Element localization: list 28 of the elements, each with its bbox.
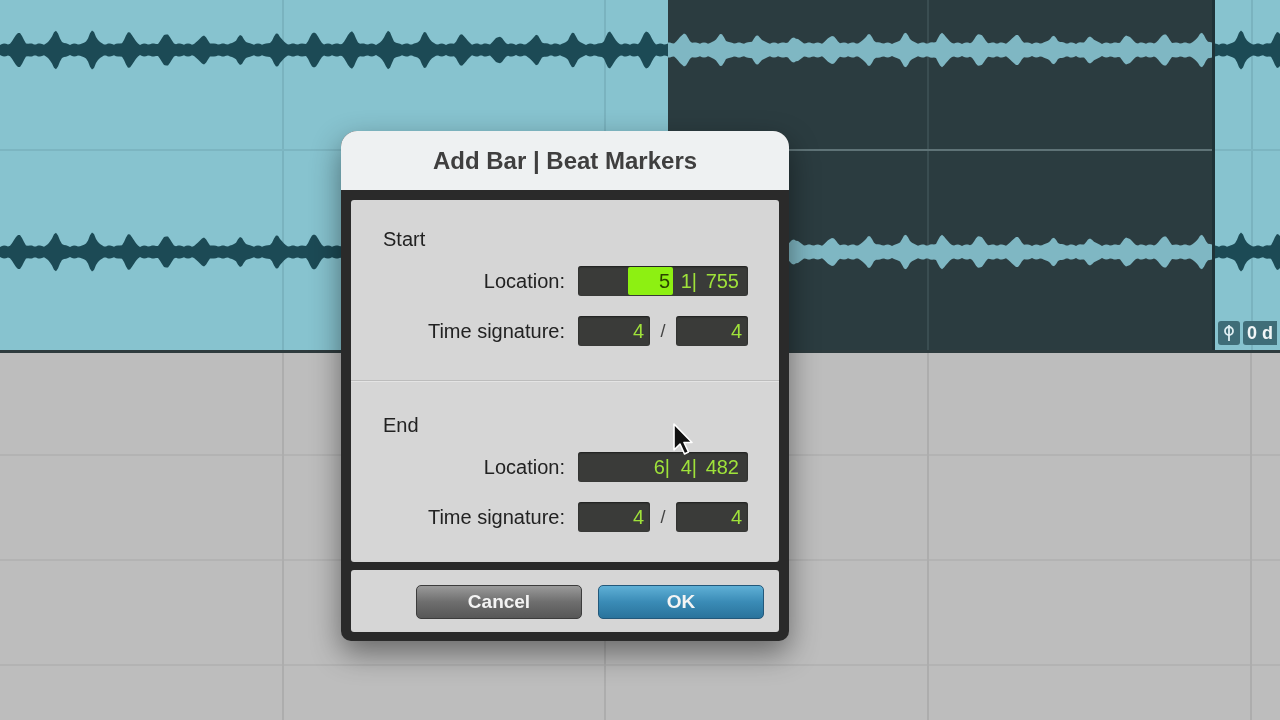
section-heading: Start xyxy=(383,228,426,250)
section-heading: End xyxy=(383,414,419,436)
location-segment[interactable]: 482 xyxy=(700,453,742,481)
location-segment[interactable]: 5 xyxy=(628,267,673,295)
time-signature-separator: / xyxy=(659,506,667,528)
time-signature-denominator-field[interactable]: 4 xyxy=(676,502,748,532)
time-signature-denominator-field[interactable]: 4 xyxy=(676,316,748,346)
audio-clip[interactable]: 0 d xyxy=(1212,0,1280,350)
location-label: Location: xyxy=(483,269,565,293)
audio-waveform xyxy=(1215,30,1280,70)
time-signature-numerator-field[interactable]: 4 xyxy=(578,502,650,532)
time-signature-label: Time signature: xyxy=(427,319,565,343)
time-signature-separator: / xyxy=(659,320,667,342)
clip-gain-label: 0 d xyxy=(1243,321,1277,345)
location-segment[interactable]: 4| xyxy=(673,453,700,481)
location-field[interactable]: 5 1| 755 xyxy=(578,266,748,296)
dialog-title: Add Bar | Beat Markers xyxy=(432,146,698,175)
audio-waveform xyxy=(1215,232,1280,272)
cursor-icon xyxy=(672,423,694,457)
location-label: Location: xyxy=(483,455,565,479)
location-segment[interactable]: 1| xyxy=(673,267,700,295)
time-signature-numerator-field[interactable]: 4 xyxy=(578,316,650,346)
location-field[interactable]: 6| 4| 482 xyxy=(578,452,748,482)
time-signature-label: Time signature: xyxy=(427,505,565,529)
location-segment[interactable]: 6| xyxy=(628,453,673,481)
cancel-button[interactable]: Cancel xyxy=(416,585,582,619)
location-segment[interactable]: 755 xyxy=(700,267,742,295)
pin-icon[interactable] xyxy=(1218,321,1240,345)
